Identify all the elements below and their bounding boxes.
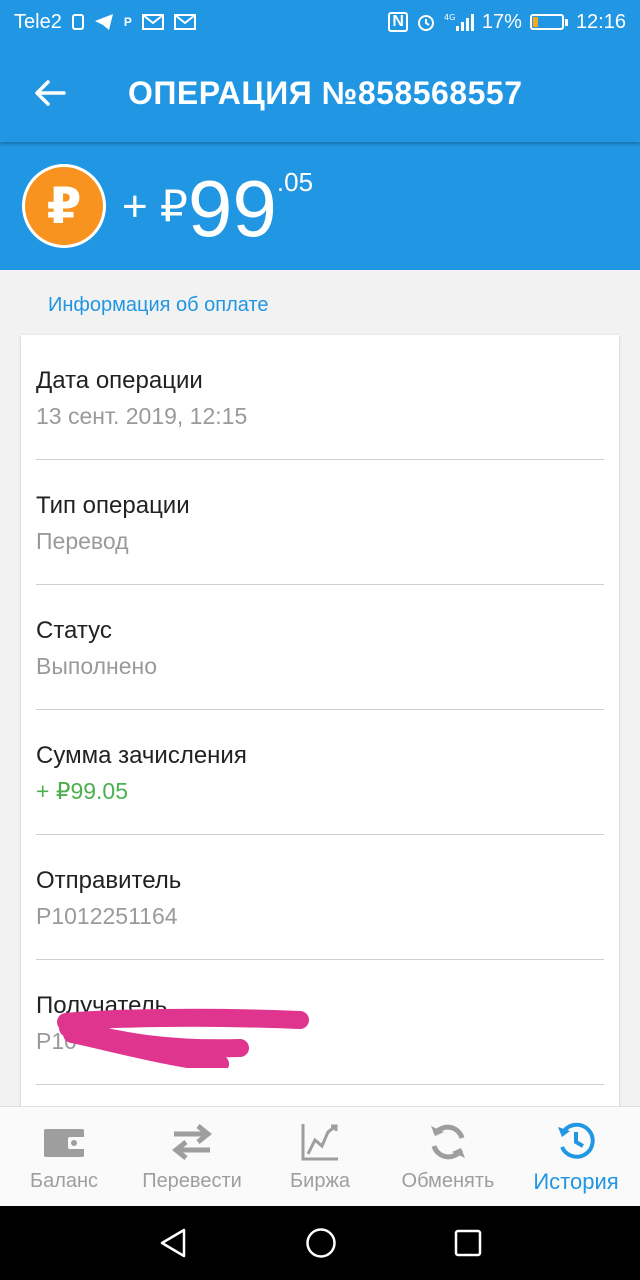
transfer-arrows-icon [170, 1120, 214, 1164]
detail-row-recipient: Получатель P10 [36, 960, 604, 1085]
nav-transfer[interactable]: Перевести [128, 1107, 256, 1206]
arrow-back-icon [35, 80, 66, 106]
detail-value: Выполнено [36, 653, 158, 679]
detail-label: Тип операции [36, 492, 190, 519]
bottom-navigation: Баланс Перевести Биржа Обменять История [0, 1106, 640, 1206]
redaction-scribble [57, 1008, 309, 1068]
detail-value: Перевод [36, 528, 129, 554]
nav-history[interactable]: История [512, 1107, 640, 1206]
amount-cents: .05 [276, 167, 314, 197]
amount-header: ₽ + ₽ 99 .05 [0, 142, 640, 270]
nav-label: Биржа [290, 1170, 350, 1192]
home-circle-icon[interactable] [305, 1227, 337, 1259]
nfc-icon: N [388, 12, 408, 32]
app-notification-icon: P [123, 15, 132, 29]
detail-label: Отправитель [36, 867, 182, 894]
battery-icon [529, 14, 568, 30]
amount-main: 99 [187, 164, 277, 253]
detail-value: + ₽99.05 [36, 778, 129, 804]
history-icon [556, 1119, 596, 1163]
detail-value: P1012251164 [36, 903, 178, 929]
detail-row-sender: Отправитель P1012251164 [36, 835, 604, 960]
nav-label: Баланс [29, 1170, 99, 1192]
gmail-icon [173, 14, 196, 30]
svg-text:4G: 4G [444, 13, 455, 22]
ruble-coin-icon: ₽ [22, 164, 106, 248]
chart-icon [300, 1120, 340, 1164]
recents-square-icon[interactable] [454, 1229, 482, 1257]
nav-label: История [533, 1168, 619, 1194]
payment-info-card: Дата операции 13 сент. 2019, 12:15 Тип о… [21, 335, 619, 1110]
sim-icon [71, 14, 84, 30]
signal-icon: 4G [444, 13, 474, 31]
detail-label: Статус [36, 617, 112, 644]
system-navigation-bar [0, 1206, 640, 1280]
nav-balance[interactable]: Баланс [0, 1107, 128, 1206]
page-title: ОПЕРАЦИЯ №858568557 [128, 74, 523, 111]
clock: 12:16 [575, 10, 626, 33]
alarm-icon [417, 15, 434, 31]
detail-label: Сумма зачисления [36, 742, 247, 769]
battery-percent: 17% [481, 10, 522, 33]
app-bar: ОПЕРАЦИЯ №858568557 [0, 44, 640, 142]
amount-display: + ₽ 99 .05 [122, 161, 313, 251]
detail-row-status: Статус Выполнено [36, 585, 604, 710]
back-button[interactable] [0, 44, 100, 142]
carrier-name: Tele2 [14, 10, 62, 33]
detail-row-credit-amount: Сумма зачисления + ₽99.05 [36, 710, 604, 835]
detail-row-type: Тип операции Перевод [36, 460, 604, 585]
detail-label: Дата операции [36, 367, 203, 394]
detail-value: 13 сент. 2019, 12:15 [36, 403, 248, 429]
nav-label: Обменять [401, 1170, 495, 1192]
nav-label: Перевести [142, 1170, 242, 1192]
section-title: Информация об оплате [48, 294, 269, 316]
back-triangle-icon[interactable] [158, 1227, 188, 1259]
nav-exchange[interactable]: Биржа [256, 1107, 384, 1206]
status-bar: Tele2 P N 4G 17% 12:16 [0, 0, 640, 44]
telegram-icon [94, 14, 113, 30]
mail-icon [141, 14, 164, 30]
nav-convert[interactable]: Обменять [384, 1107, 512, 1206]
wallet-icon [42, 1120, 86, 1164]
amount-sign: + ₽ [122, 182, 188, 231]
detail-row-date: Дата операции 13 сент. 2019, 12:15 [36, 335, 604, 460]
refresh-icon [428, 1120, 468, 1164]
